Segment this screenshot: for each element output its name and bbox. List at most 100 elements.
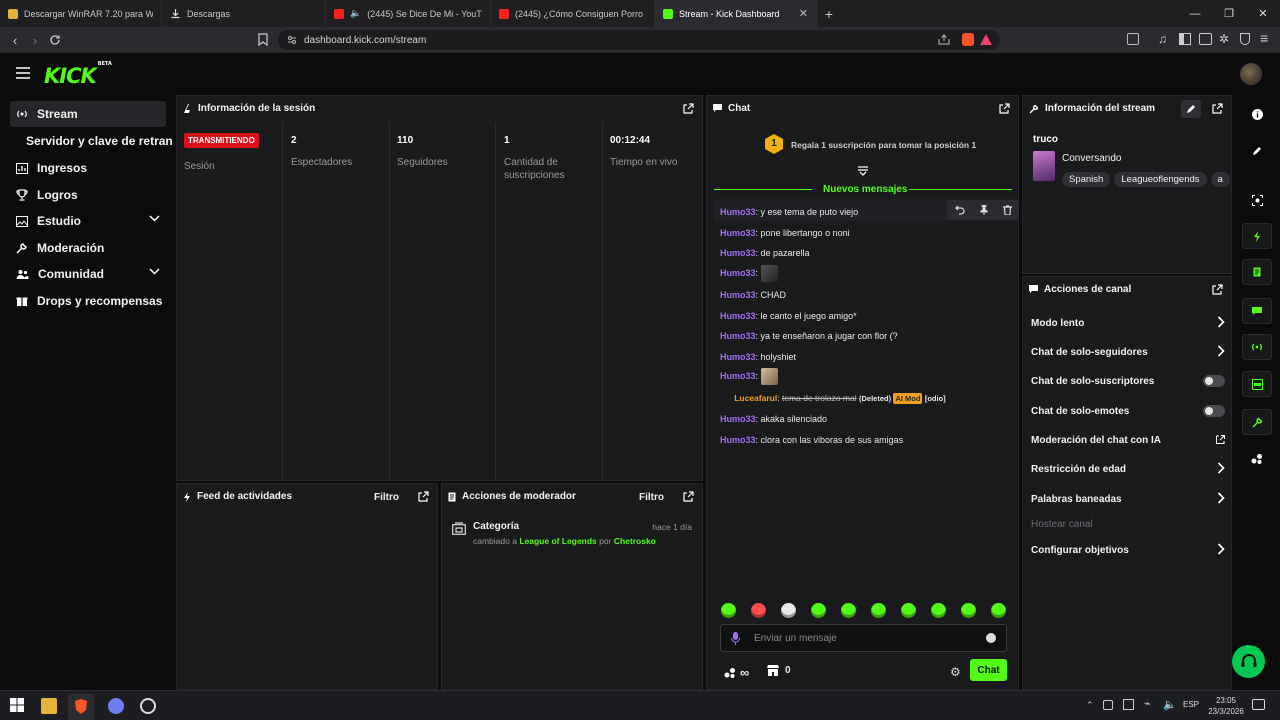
hamburger-menu-icon[interactable]	[16, 67, 30, 79]
category-link[interactable]: League of Legends	[519, 536, 596, 546]
layout-rail-button[interactable]	[1242, 371, 1272, 397]
store-count[interactable]: 0	[767, 665, 791, 676]
slow-mode-row[interactable]: Modo lento	[1031, 310, 1225, 336]
url-field[interactable]: dashboard.kick.com/stream	[278, 30, 1000, 50]
sidebar-item-ingresos[interactable]: Ingresos	[10, 155, 166, 181]
expand-icon[interactable]	[683, 491, 694, 502]
volume-icon[interactable]: 🔈	[1163, 698, 1177, 711]
back-icon[interactable]: ‹	[4, 29, 26, 51]
obs-icon[interactable]	[140, 698, 156, 714]
new-messages-label[interactable]: Nuevos mensajes	[823, 184, 908, 195]
followers-only-row[interactable]: Chat de solo-seguidores	[1031, 339, 1225, 365]
microphone-icon[interactable]	[731, 632, 740, 645]
sidebar-item-logros[interactable]: Logros	[10, 182, 166, 208]
browser-tab[interactable]: Descargas	[162, 0, 326, 27]
wallet-icon[interactable]	[1199, 33, 1212, 45]
bookmark-icon[interactable]	[258, 33, 268, 46]
emote-button[interactable]	[991, 603, 1006, 618]
emotes-only-toggle[interactable]	[1203, 405, 1225, 417]
browser-tab[interactable]: 🔈 (2445) Se Dice De Mi - YouTube	[326, 0, 491, 27]
chevron-down-icon[interactable]	[149, 215, 160, 222]
emote-button[interactable]	[901, 603, 916, 618]
emote-button[interactable]	[721, 603, 736, 618]
emote-button[interactable]	[931, 603, 946, 618]
tray-overflow-icon[interactable]: ⌃	[1086, 700, 1094, 711]
expand-icon[interactable]	[1212, 284, 1223, 295]
expand-icon[interactable]	[1212, 103, 1223, 114]
vpn-icon[interactable]	[1240, 33, 1250, 45]
network-icon[interactable]: ⌁	[1144, 697, 1151, 710]
notifications-icon[interactable]	[1252, 699, 1265, 710]
brave-shield-icon[interactable]	[962, 33, 974, 46]
banned-words-row[interactable]: Palabras baneadas	[1031, 486, 1225, 512]
subscribers-only-toggle[interactable]	[1203, 375, 1225, 387]
kick-logo[interactable]: KICK BETA	[44, 61, 112, 88]
expand-icon[interactable]	[418, 491, 429, 502]
screenshot-icon[interactable]	[1127, 33, 1139, 45]
edit-rail-button[interactable]	[1242, 138, 1272, 164]
extensions-icon[interactable]: ✲	[1219, 32, 1229, 46]
file-explorer-icon[interactable]	[41, 698, 57, 714]
info-rail-button[interactable]	[1242, 101, 1272, 127]
windows-start-icon[interactable]	[10, 698, 26, 714]
moderator-link[interactable]: Chetrosko	[614, 536, 656, 546]
tools-rail-button[interactable]	[1242, 409, 1272, 435]
sidebar-icon[interactable]	[1179, 33, 1191, 45]
chevron-down-icon[interactable]	[149, 268, 160, 275]
browser-tab[interactable]: (2445) ¿Cómo Consiguen Porro los A	[491, 0, 655, 27]
emote-button[interactable]	[841, 603, 856, 618]
window-close-icon[interactable]: ✕	[1246, 0, 1280, 27]
user-avatar[interactable]	[1240, 63, 1262, 85]
age-restriction-row[interactable]: Restricción de edad	[1031, 456, 1225, 482]
browser-tab[interactable]: Descargar WinRAR 7.20 para Windows	[0, 0, 162, 27]
restore-icon[interactable]: ❐	[1212, 0, 1246, 27]
chat-message[interactable]: Humo33:	[720, 265, 778, 282]
reply-icon[interactable]	[954, 205, 965, 215]
reload-icon[interactable]	[44, 29, 66, 51]
stream-category[interactable]: Conversando	[1062, 153, 1121, 164]
sidebar-item-moderacion[interactable]: Moderación	[10, 235, 166, 261]
sidebar-item-estudio[interactable]: Estudio	[10, 208, 166, 234]
tag[interactable]: Leagueoflengends	[1114, 172, 1207, 187]
tag[interactable]: Spanish	[1062, 172, 1111, 187]
goals-row[interactable]: Configurar objetivos	[1031, 537, 1225, 563]
forward-icon[interactable]: ›	[24, 29, 46, 51]
gift-prompt[interactable]: Regala 1 suscripción para tomar la posic…	[791, 140, 976, 150]
points-rail-button[interactable]	[1242, 446, 1272, 472]
site-info-icon[interactable]	[287, 35, 297, 45]
pin-icon[interactable]	[980, 205, 988, 215]
emote-button[interactable]	[811, 603, 826, 618]
language-indicator[interactable]: ESP	[1183, 700, 1199, 709]
brave-rewards-icon[interactable]	[980, 34, 992, 45]
ai-moderation-row[interactable]: Moderación del chat con IA	[1031, 427, 1225, 453]
settings-gear-icon[interactable]: ⚙	[950, 665, 961, 679]
emote-button[interactable]	[961, 603, 976, 618]
share-icon[interactable]	[938, 34, 950, 45]
loyalty-points[interactable]: ∞	[724, 665, 749, 680]
mod-log-rail-button[interactable]	[1242, 259, 1272, 285]
music-icon[interactable]: ♫	[1158, 32, 1167, 46]
sidebar-item-comunidad[interactable]: Comunidad	[10, 261, 166, 287]
sidebar-item-stream[interactable]: Stream	[10, 101, 166, 127]
broadcast-rail-button[interactable]	[1242, 334, 1272, 360]
emote-button[interactable]	[871, 603, 886, 618]
tag[interactable]: a	[1210, 172, 1230, 187]
chat-message[interactable]: Humo33: de pazarella	[720, 248, 810, 258]
sidebar-item-drops[interactable]: Drops y recompensas	[10, 288, 166, 314]
filter-button[interactable]: Filtro	[639, 492, 664, 503]
tray-app-icon[interactable]	[1103, 700, 1113, 710]
filter-button[interactable]: Filtro	[374, 492, 399, 503]
emoji-picker-icon[interactable]	[986, 633, 996, 643]
chat-input[interactable]: Enviar un mensaje	[720, 624, 1007, 652]
sidebar-item-server-key[interactable]: Servidor y clave de retransmisión	[26, 129, 172, 153]
chat-message[interactable]: Humo33: pone libertango o noni	[720, 228, 850, 238]
new-tab-button[interactable]: +	[817, 0, 841, 27]
help-chat-button[interactable]	[1232, 645, 1265, 678]
chat-message[interactable]: Humo33:	[720, 368, 778, 385]
menu-icon[interactable]: ≡	[1260, 30, 1268, 46]
pinned-collapse-icon[interactable]	[857, 166, 869, 176]
expand-icon[interactable]	[999, 103, 1010, 114]
discord-icon[interactable]	[108, 698, 124, 714]
edit-stream-button[interactable]	[1181, 100, 1201, 118]
capture-rail-button[interactable]	[1242, 187, 1272, 213]
